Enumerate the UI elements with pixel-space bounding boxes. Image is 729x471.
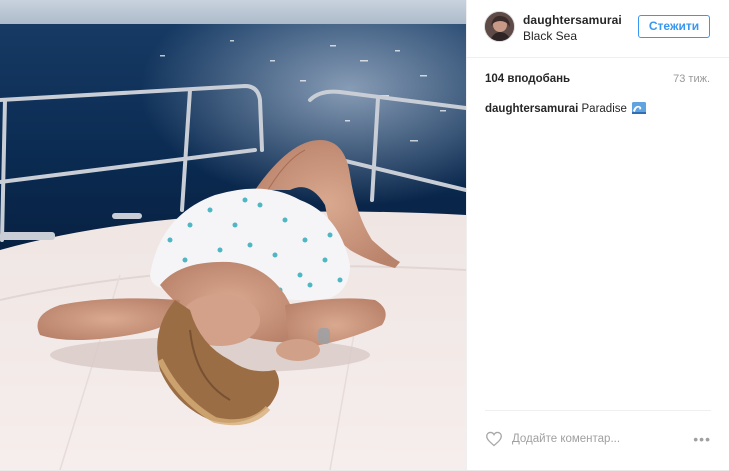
post-time[interactable]: 73 тиж. — [673, 73, 710, 85]
wave-emoji-icon — [632, 102, 647, 114]
heart-icon[interactable] — [485, 431, 503, 447]
follow-button[interactable]: Стежити — [638, 15, 710, 38]
post-location[interactable]: Black Sea — [523, 29, 577, 43]
post-header: daughtersamurai Black Sea Стежити — [467, 0, 729, 58]
avatar[interactable] — [484, 11, 515, 42]
comment-bar: ••• — [485, 410, 711, 471]
caption-text: Paradise — [581, 103, 627, 115]
yacht-photo-illustration — [0, 0, 466, 470]
post-side-panel: daughtersamurai Black Sea Стежити 104 вп… — [466, 0, 729, 470]
more-options-icon[interactable]: ••• — [689, 429, 711, 449]
caption-username[interactable]: daughtersamurai — [485, 103, 578, 115]
avatar-image — [485, 12, 514, 41]
instagram-post: daughtersamurai Black Sea Стежити 104 вп… — [0, 0, 729, 470]
caption: daughtersamurai Paradise — [485, 102, 647, 115]
likes-count[interactable]: 104 вподобань — [485, 73, 570, 85]
post-username[interactable]: daughtersamurai — [523, 13, 622, 27]
comment-input[interactable] — [512, 429, 672, 449]
post-photo[interactable] — [0, 0, 466, 470]
